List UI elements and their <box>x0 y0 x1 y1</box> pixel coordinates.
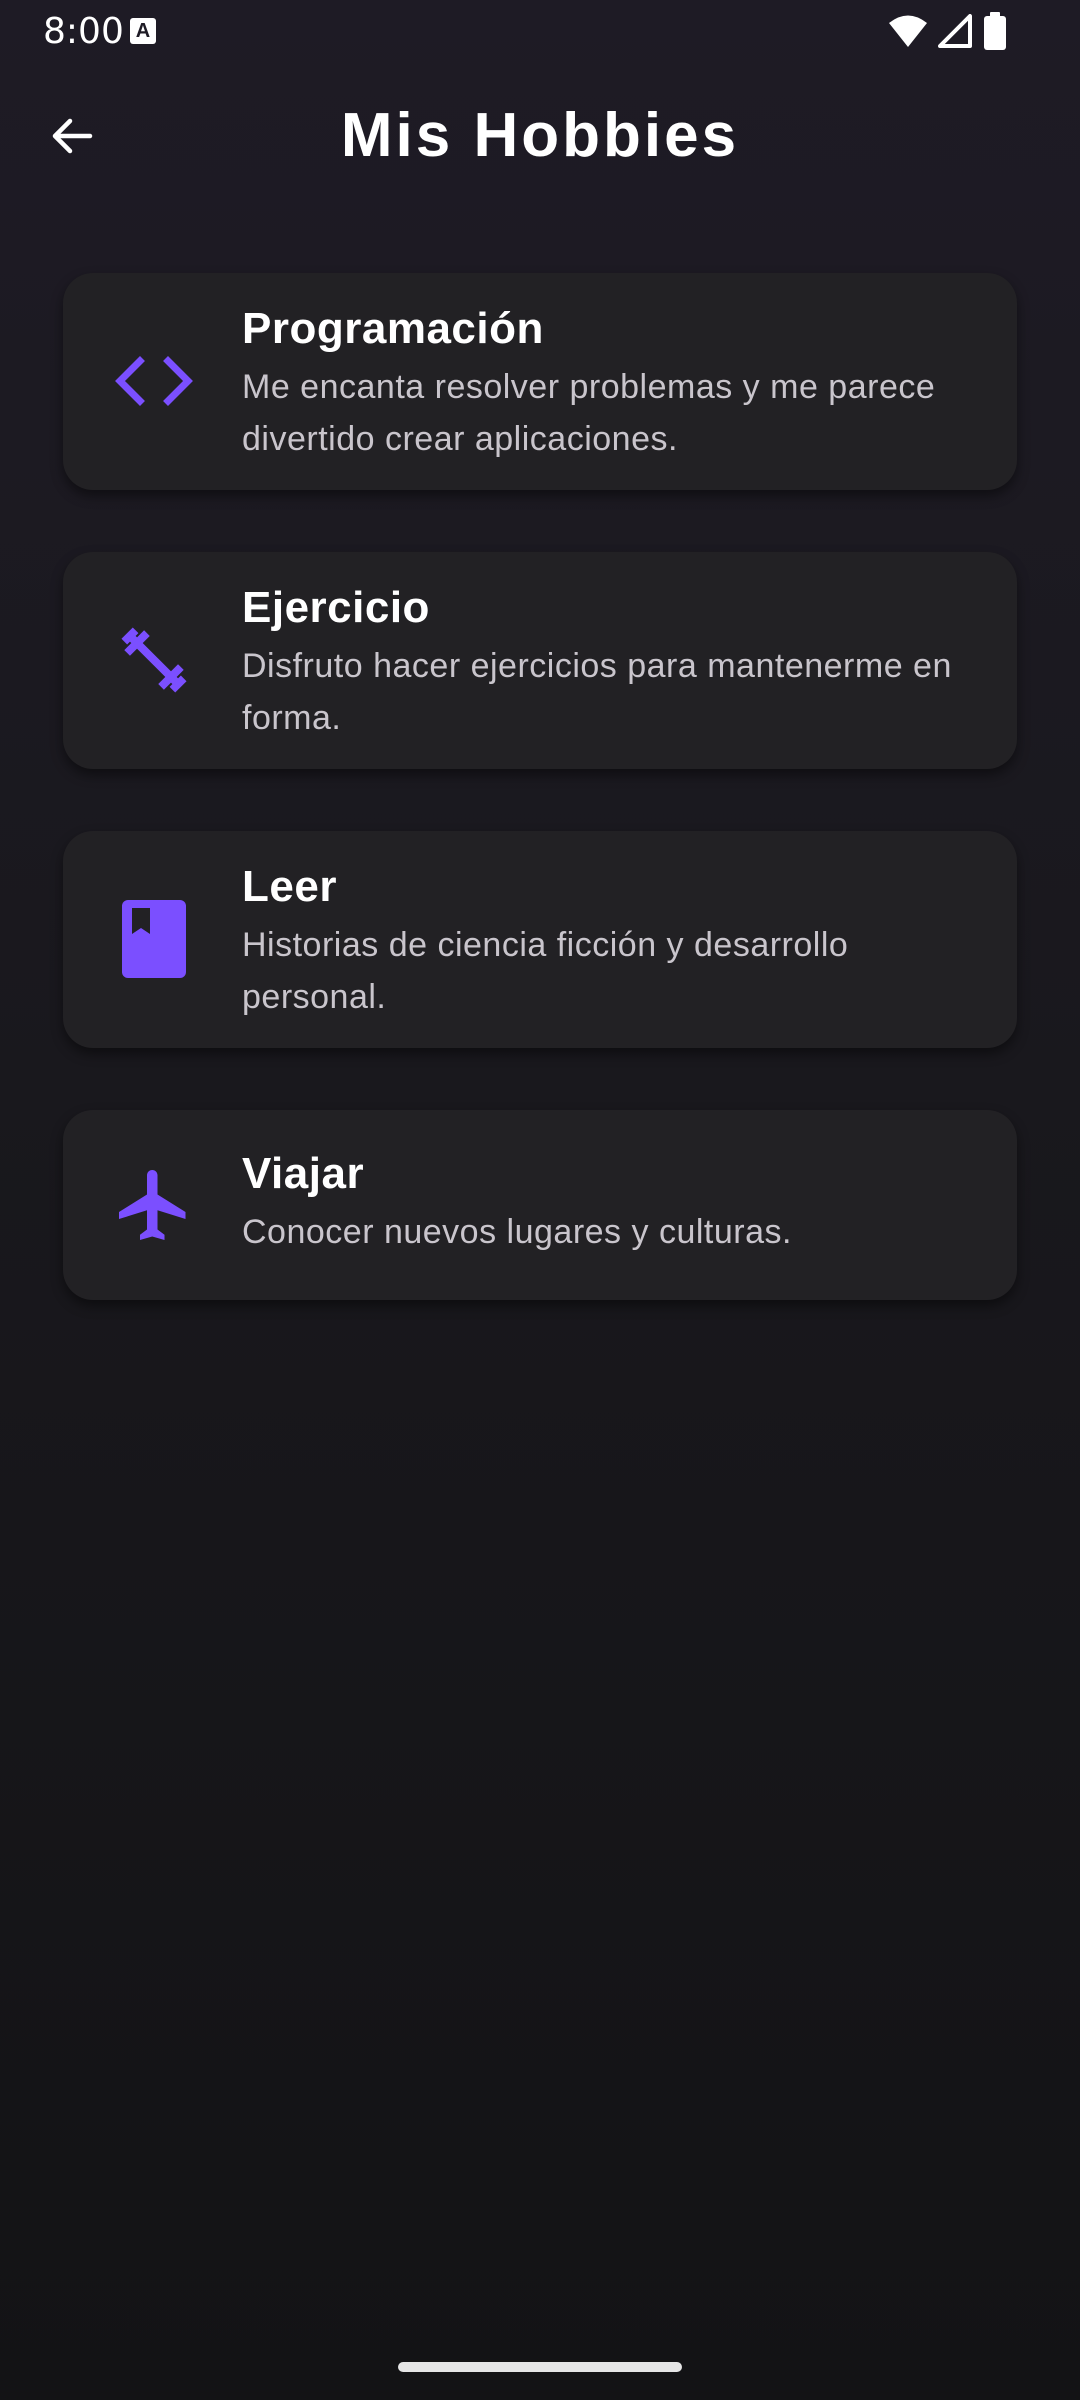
hobby-card-programacion[interactable]: Programación Me encanta resolver problem… <box>63 273 1017 490</box>
notification-badge-label: A <box>135 20 151 42</box>
wifi-icon <box>889 15 927 47</box>
page-title: Mis Hobbies <box>340 101 740 170</box>
hobby-text: Ejercicio Disfruto hacer ejercicios para… <box>242 580 977 744</box>
hobby-title: Leer <box>242 862 337 911</box>
book-icon <box>109 894 199 984</box>
status-bar: 8:00 A <box>0 0 1080 64</box>
hobby-list: Programación Me encanta resolver problem… <box>63 273 1017 1362</box>
signal-icon <box>938 14 972 48</box>
hobby-text: Leer Historias de ciencia ficción y desa… <box>242 859 977 1023</box>
airplane-icon <box>109 1160 199 1250</box>
battery-icon <box>984 12 1006 50</box>
hobby-description: Me encanta resolver problemas y me parec… <box>242 368 936 458</box>
gesture-nav-bar[interactable] <box>398 2362 682 2372</box>
hobby-title: Ejercicio <box>242 583 430 632</box>
status-icons <box>840 0 1080 64</box>
hobby-description: Historias de ciencia ficción y desarroll… <box>242 926 849 1016</box>
back-button[interactable] <box>36 100 108 172</box>
hobby-title: Viajar <box>242 1149 365 1198</box>
hobby-description: Conocer nuevos lugares y culturas. <box>242 1213 792 1251</box>
hobby-title: Programación <box>242 304 544 353</box>
hobby-text: Viajar Conocer nuevos lugares y culturas… <box>242 1146 977 1258</box>
hobby-description: Disfruto hacer ejercicios para mantenerm… <box>242 647 952 737</box>
app-bar: Mis Hobbies <box>0 80 1080 192</box>
hobby-card-leer[interactable]: Leer Historias de ciencia ficción y desa… <box>63 831 1017 1048</box>
notification-a-icon: A <box>130 18 156 44</box>
status-time: 8:00 <box>43 11 124 52</box>
arrow-back-icon <box>52 118 93 154</box>
hobby-card-ejercicio[interactable]: Ejercicio Disfruto hacer ejercicios para… <box>63 552 1017 769</box>
hobby-card-viajar[interactable]: Viajar Conocer nuevos lugares y culturas… <box>63 1110 1017 1300</box>
code-icon <box>109 336 199 426</box>
fitness-icon <box>109 615 199 705</box>
hobby-text: Programación Me encanta resolver problem… <box>242 301 977 465</box>
